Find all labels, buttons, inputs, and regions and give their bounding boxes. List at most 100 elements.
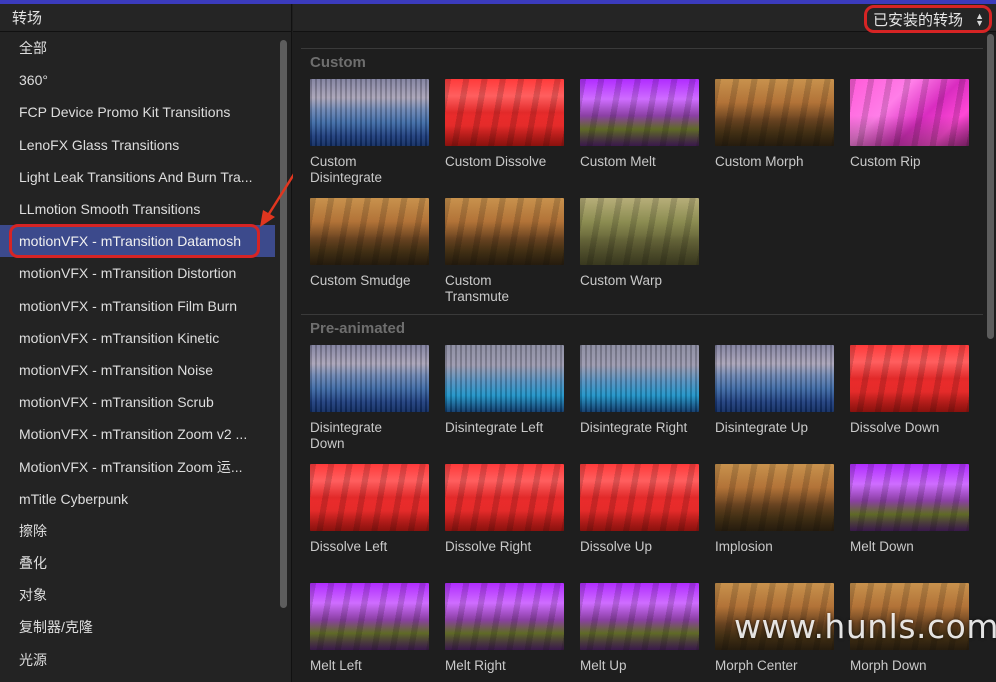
transition-thumbnail [850, 79, 969, 146]
sidebar-item[interactable]: MotionVFX - mTransition Zoom 运... [0, 450, 275, 482]
sidebar-item[interactable]: 叠化 [0, 547, 275, 579]
transition-item[interactable]: Disintegrate Left [445, 345, 565, 436]
thumbnail-texture [445, 345, 564, 412]
transition-item[interactable]: Melt Up [580, 583, 700, 674]
sidebar-item[interactable]: motionVFX - mTransition Distortion [0, 257, 275, 289]
transition-thumbnail [580, 198, 699, 265]
transition-item[interactable]: Custom Smudge [310, 198, 430, 289]
sidebar-scrollbar[interactable] [280, 40, 287, 608]
transition-thumbnail [310, 345, 429, 412]
transition-item[interactable]: Implosion [715, 464, 835, 555]
sidebar-item[interactable]: LenoFX Glass Transitions [0, 129, 275, 161]
thumbnail-texture [310, 79, 429, 146]
transition-label: Custom Warp [580, 273, 663, 288]
transition-thumbnail [310, 464, 429, 531]
thumbnail-texture [445, 583, 564, 650]
transition-thumbnail [580, 79, 699, 146]
transition-thumbnail [850, 464, 969, 531]
installed-transitions-popup[interactable]: 已安装的转场 ▲ ▼ [863, 5, 992, 33]
thumbnail-texture [310, 345, 429, 412]
transition-label: Dissolve Up [580, 539, 653, 554]
transition-label: Custom Disintegrate [310, 154, 383, 185]
installed-transitions-label: 已安装的转场 [872, 11, 963, 29]
thumbnail-texture [580, 345, 699, 412]
transition-thumbnail [580, 583, 699, 650]
up-down-chevron-icon: ▲ ▼ [975, 11, 984, 28]
sidebar-item[interactable]: 复制器/克隆 [0, 611, 275, 643]
thumbnail-texture [580, 464, 699, 531]
transition-item[interactable]: Custom Disintegrate [310, 79, 430, 186]
sidebar-item[interactable]: mTitle Cyberpunk [0, 483, 275, 515]
transition-item[interactable]: Dissolve Up [580, 464, 700, 555]
thumbnail-texture [310, 583, 429, 650]
transition-label: Morph Down [850, 658, 927, 673]
transition-item[interactable]: Dissolve Down [850, 345, 970, 436]
transition-item[interactable]: Custom Rip [850, 79, 970, 170]
thumbnail-texture [715, 464, 834, 531]
transition-item[interactable]: Custom Warp [580, 198, 700, 289]
transition-item[interactable]: Custom Morph [715, 79, 835, 170]
sidebar-item[interactable]: motionVFX - mTransition Kinetic [0, 322, 275, 354]
transition-label: Dissolve Down [850, 420, 940, 435]
thumbnail-texture [310, 198, 429, 265]
transition-thumbnail [445, 79, 564, 146]
transition-item[interactable]: Dissolve Right [445, 464, 565, 555]
thumbnail-texture [445, 464, 564, 531]
transition-thumbnail [310, 79, 429, 146]
sidebar-item[interactable]: motionVFX - mTransition Datamosh [0, 225, 275, 258]
category-list: 全部 360° FCP Device Promo Kit Transitions Le… [0, 32, 291, 676]
section-divider [301, 48, 983, 49]
transition-label: Morph Center [715, 658, 798, 673]
sidebar-title: 转场 [0, 4, 291, 32]
transition-thumbnail [445, 464, 564, 531]
transition-label: Disintegrate Down [310, 420, 383, 451]
sidebar-item[interactable]: LLmotion Smooth Transitions [0, 193, 275, 225]
thumbnail-texture [850, 79, 969, 146]
transition-item[interactable]: Custom Transmute [445, 198, 565, 305]
sidebar-item[interactable]: 全部 [0, 32, 275, 64]
browser-scrollbar[interactable] [987, 34, 994, 339]
transition-item[interactable]: Melt Right [445, 583, 565, 674]
thumbnail-texture [715, 345, 834, 412]
sidebar-item[interactable]: MotionVFX - mTransition Zoom v2 ... [0, 418, 275, 450]
section-title: Custom [310, 54, 366, 71]
transition-item[interactable]: Custom Melt [580, 79, 700, 170]
transition-item[interactable]: Disintegrate Down [310, 345, 430, 452]
thumbnail-texture [715, 79, 834, 146]
transition-item[interactable]: Melt Left [310, 583, 430, 674]
browser-header: 已安装的转场 ▲ ▼ [293, 4, 996, 33]
thumbnail-texture [445, 79, 564, 146]
thumbnail-texture [310, 464, 429, 531]
sidebar-item[interactable]: 对象 [0, 579, 275, 611]
transition-item[interactable]: Dissolve Left [310, 464, 430, 555]
transition-thumbnail [850, 345, 969, 412]
section-title: Pre-animated [310, 320, 406, 337]
transition-label: Melt Right [445, 658, 506, 673]
transition-thumbnail [715, 79, 834, 146]
thumbnail-texture [445, 198, 564, 265]
transition-thumbnail [310, 198, 429, 265]
transition-label: Melt Up [580, 658, 627, 673]
transition-item[interactable]: Disintegrate Right [580, 345, 700, 436]
transitions-browser: 已安装的转场 ▲ ▼ Custom Custom Disintegrate Custo… [293, 4, 996, 682]
sidebar-item[interactable]: Light Leak Transitions And Burn Tra... [0, 161, 275, 193]
transition-label: Custom Melt [580, 154, 656, 169]
transition-thumbnail [445, 583, 564, 650]
sidebar-item[interactable]: FCP Device Promo Kit Transitions [0, 96, 275, 128]
sidebar-item[interactable]: motionVFX - mTransition Scrub [0, 386, 275, 418]
sidebar-item[interactable]: 光源 [0, 644, 275, 676]
sidebar-item[interactable]: 360° [0, 64, 275, 96]
sidebar-item[interactable]: motionVFX - mTransition Film Burn [0, 290, 275, 322]
sidebar-item[interactable]: 擦除 [0, 515, 275, 547]
transition-label: Custom Rip [850, 154, 921, 169]
transition-label: Custom Morph [715, 154, 804, 169]
thumbnail-texture [580, 583, 699, 650]
transition-item[interactable]: Melt Down [850, 464, 970, 555]
transition-item[interactable]: Disintegrate Up [715, 345, 835, 436]
transition-label: Disintegrate Right [580, 420, 688, 435]
transition-thumbnail [580, 464, 699, 531]
transition-label: Disintegrate Up [715, 420, 809, 435]
transition-item[interactable]: Custom Dissolve [445, 79, 565, 170]
transition-label: Disintegrate Left [445, 420, 544, 435]
sidebar-item[interactable]: motionVFX - mTransition Noise [0, 354, 275, 386]
